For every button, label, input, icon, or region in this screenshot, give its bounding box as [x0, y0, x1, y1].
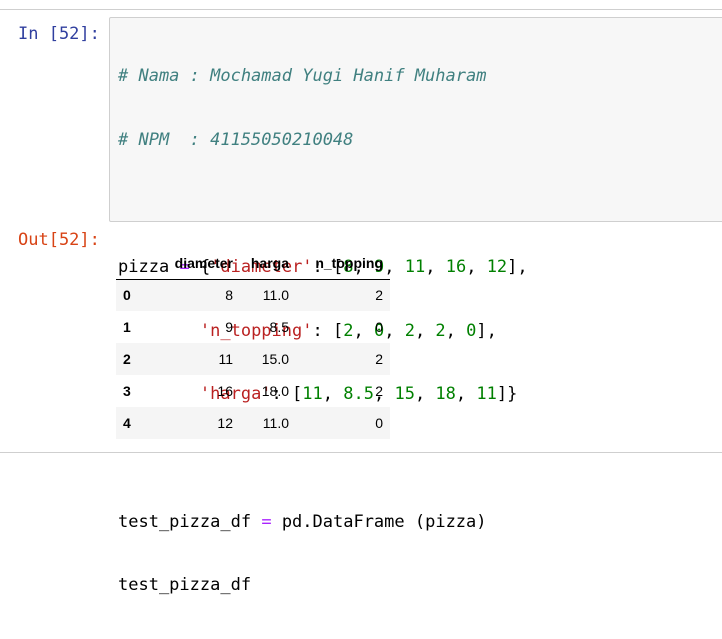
cell-diameter: 8 — [225, 287, 233, 304]
table-header-row: diameter harga n_topping — [116, 247, 390, 280]
table-row: 0 8 11.0 2 — [116, 279, 390, 311]
cell-harga: 11.0 — [262, 287, 289, 304]
cell-diameter: 12 — [217, 415, 233, 431]
code-input-area[interactable]: # Nama : Mochamad Yugi Hanif Muharam # N… — [109, 17, 722, 595]
code-line-1: # Nama : Mochamad Yugi Hanif Muharam — [118, 66, 528, 87]
code-comment-npm: # NPM : 41155050210048 — [118, 130, 354, 150]
cell-n-topping: 2 — [375, 351, 383, 367]
output-prompt: Out[52]: — [18, 230, 100, 250]
cell-n-topping: 0 — [375, 415, 383, 431]
column-header-diameter: diameter — [146, 247, 240, 280]
row-index: 2 — [123, 351, 131, 367]
cell-diameter: 16 — [217, 383, 233, 399]
table-row: 2 11 15.0 2 — [116, 343, 390, 375]
cell-n-topping: 2 — [375, 287, 383, 304]
code-num: 18 — [435, 384, 456, 405]
code-num: 2 — [435, 320, 446, 341]
cell-bottom-divider — [0, 452, 722, 453]
code-assign-op: = — [261, 511, 272, 532]
index-header — [116, 247, 146, 280]
code-num: 11 — [476, 384, 497, 405]
code-num: 12 — [486, 257, 508, 278]
column-header-harga: harga — [240, 247, 296, 280]
row-index: 0 — [123, 287, 131, 304]
code-num: 2 — [404, 320, 415, 341]
table-row: 1 9 8.5 0 — [116, 311, 390, 343]
code-num: 16 — [445, 257, 467, 278]
code-last-expression: test_pizza_df — [118, 575, 252, 596]
cell-harga: 11.0 — [262, 415, 289, 431]
table-row: 4 12 11.0 0 — [116, 407, 390, 439]
code-var-df: test_pizza_df — [118, 511, 252, 532]
row-index: 3 — [123, 383, 131, 399]
dataframe-table: diameter harga n_topping 0 8 11.0 2 1 9 … — [116, 247, 390, 439]
code-dataframe-call: pd.DataFrame (pizza) — [281, 511, 487, 532]
row-index: 1 — [123, 319, 131, 335]
code-line-8: test_pizza_df = pd.DataFrame (pizza) — [118, 512, 528, 533]
code-line-2: # NPM : 41155050210048 — [118, 130, 528, 151]
cell-harga: 15.0 — [261, 351, 289, 367]
cell-n-topping: 0 — [375, 319, 383, 335]
table-row: 3 16 18.0 2 — [116, 375, 390, 407]
cell-diameter: 11 — [218, 351, 233, 367]
cell-top-divider — [0, 9, 722, 10]
cell-diameter: 9 — [225, 319, 233, 335]
column-header-n-topping: n_topping — [296, 247, 390, 280]
input-prompt: In [52]: — [18, 24, 100, 44]
code-num: 11 — [404, 257, 426, 278]
code-num: 15 — [394, 384, 415, 405]
row-index: 4 — [123, 415, 131, 431]
cell-harga: 8.5 — [269, 319, 289, 335]
code-num: 0 — [466, 320, 477, 341]
cell-n-topping: 2 — [375, 383, 383, 399]
cell-harga: 18.0 — [261, 383, 289, 399]
code-comment-nama: # Nama : Mochamad Yugi Hanif Muharam — [118, 66, 487, 87]
code-line-9: test_pizza_df — [118, 575, 528, 596]
